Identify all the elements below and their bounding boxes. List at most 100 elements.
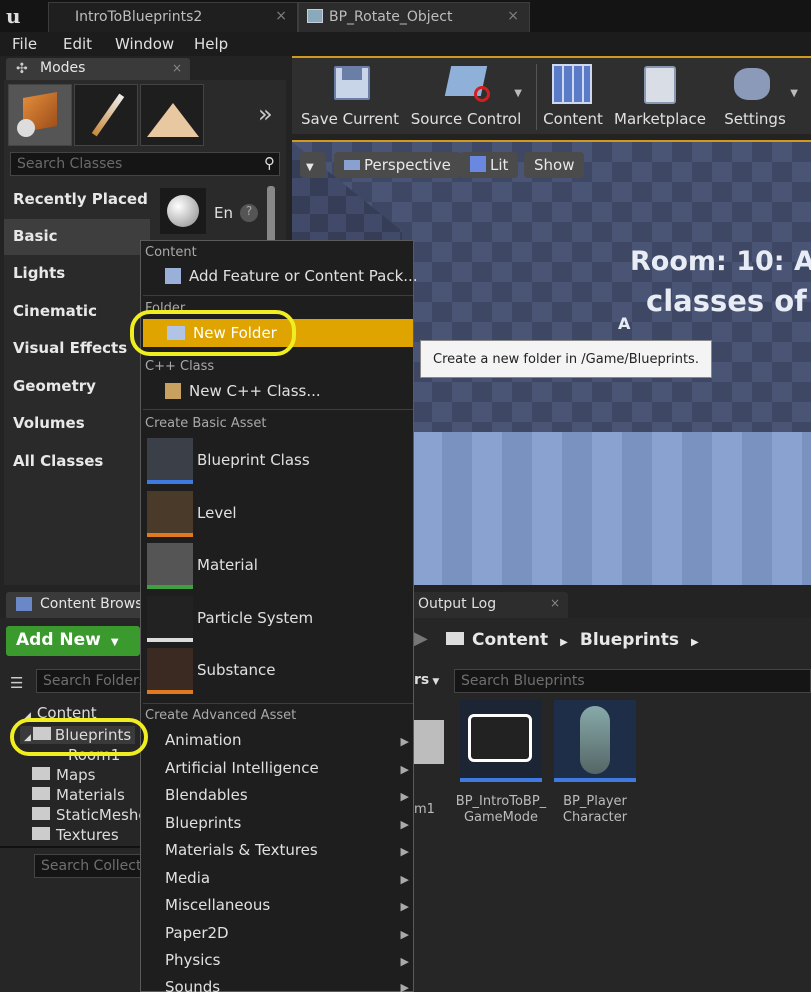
category-cinematic[interactable]: Cinematic	[4, 294, 150, 330]
category-lights[interactable]: Lights	[4, 256, 150, 292]
disabled-status-icon	[474, 86, 490, 102]
add-feature-menu-item[interactable]: Add Feature or Content Pack...	[165, 267, 418, 285]
blendables-menu-item[interactable]: Blendables	[165, 786, 248, 804]
close-tab-icon[interactable]: ×	[275, 8, 287, 24]
output-log-tab[interactable]: Output Log ×	[408, 592, 568, 618]
content-button[interactable]: Content	[540, 58, 606, 134]
folder-tile[interactable]	[414, 720, 444, 764]
folder-icon	[32, 827, 50, 840]
breadcrumb-blueprints[interactable]: Blueprints	[580, 630, 679, 650]
tree-item-maps[interactable]: Maps	[32, 766, 95, 784]
tree-label: Textures	[56, 826, 119, 842]
breadcrumb-content[interactable]: Content	[472, 630, 548, 650]
character-capsule-icon	[580, 706, 610, 774]
submenu-arrow-icon: ▶	[400, 928, 409, 941]
search-classes-placeholder: Search Classes	[17, 156, 123, 172]
content-browser-icon	[16, 597, 32, 611]
blueprint-class-menu-item[interactable]: Blueprint Class	[197, 451, 310, 469]
category-recently-placed[interactable]: Recently Placed	[4, 182, 150, 218]
search-collections-input[interactable]: Search Collections	[34, 854, 146, 878]
chevron-down-icon[interactable]: ▼	[790, 88, 798, 99]
search-collections-placeholder: Search Collections	[41, 858, 146, 874]
show-button[interactable]: Show	[524, 152, 585, 178]
close-tab-icon[interactable]: ×	[507, 8, 519, 24]
artificial-intelligence-menu-item[interactable]: Artificial Intelligence	[165, 759, 319, 777]
search-folders-input[interactable]: Search Folders	[36, 669, 146, 693]
lit-label: Lit	[490, 156, 509, 174]
modes-scrollbar[interactable]	[267, 186, 275, 246]
title-bar: u IntroToBlueprints2 × BP_Rotate_Object …	[0, 0, 811, 32]
marketplace-bag-icon	[644, 66, 676, 104]
filters-button[interactable]: rs ▼	[414, 672, 439, 688]
miscellaneous-menu-item[interactable]: Miscellaneous	[165, 896, 270, 914]
submenu-arrow-icon: ▶	[400, 981, 409, 992]
section-cpp: C++ Class	[145, 359, 215, 374]
menu-edit[interactable]: Edit	[63, 35, 92, 53]
settings-label: Settings	[724, 110, 786, 128]
category-volumes[interactable]: Volumes	[4, 406, 150, 442]
placeable-item-label: En	[214, 204, 233, 222]
animation-menu-item[interactable]: Animation	[165, 731, 241, 749]
perspective-icon	[344, 160, 360, 170]
content-browser-tab[interactable]: Content Browser	[6, 592, 146, 618]
modes-tab[interactable]: ✣ Modes ×	[6, 58, 190, 80]
physics-menu-item[interactable]: Physics	[165, 951, 220, 969]
help-icon[interactable]: ?	[240, 204, 258, 222]
tab-label: IntroToBlueprints2	[75, 9, 203, 25]
paint-mode-button[interactable]	[74, 84, 138, 146]
add-feature-label: Add Feature or Content Pack...	[189, 267, 418, 285]
asset-gamemode[interactable]	[460, 700, 542, 782]
landscape-mode-button[interactable]	[140, 84, 204, 146]
viewport-options-button[interactable]: ▼	[300, 152, 326, 178]
tree-item-materials[interactable]: Materials	[32, 786, 125, 804]
category-geometry[interactable]: Geometry	[4, 369, 150, 405]
category-visual-effects[interactable]: Visual Effects	[4, 331, 150, 367]
add-new-button[interactable]: Add New ▼	[6, 626, 140, 656]
place-mode-button[interactable]	[8, 84, 72, 146]
lit-button[interactable]: Lit	[460, 152, 519, 178]
asset-player-character[interactable]	[554, 700, 636, 782]
close-tab-icon[interactable]: ×	[550, 596, 560, 610]
search-icon: ⚲	[264, 154, 275, 172]
back-arrow-icon[interactable]: ▶	[414, 628, 428, 649]
particle-system-menu-item[interactable]: Particle System	[197, 609, 313, 627]
tree-label: Materials	[56, 786, 125, 804]
paper2d-menu-item[interactable]: Paper2D	[165, 924, 229, 942]
show-label: Show	[534, 156, 575, 174]
tree-item-textures[interactable]: Textures	[32, 826, 119, 842]
category-basic[interactable]: Basic	[4, 219, 150, 255]
tab-bp-rotate-object[interactable]: BP_Rotate_Object ×	[298, 2, 530, 32]
content-grid-icon	[552, 64, 592, 104]
add-new-label: Add New	[16, 630, 101, 650]
menu-window[interactable]: Window	[115, 35, 174, 53]
source-control-button[interactable]: Source Control ▼	[404, 58, 528, 134]
search-classes-input[interactable]: Search Classes ⚲	[10, 152, 280, 176]
marketplace-button[interactable]: Marketplace	[614, 58, 706, 134]
material-menu-item[interactable]: Material	[197, 556, 258, 574]
sources-toggle-icon[interactable]: ☰	[10, 674, 23, 692]
save-current-button[interactable]: Save Current	[298, 58, 402, 134]
unreal-logo-icon: u	[6, 4, 21, 28]
settings-button[interactable]: Settings ▼	[712, 58, 798, 134]
search-assets-input[interactable]: Search Blueprints	[454, 669, 811, 693]
substance-menu-item[interactable]: Substance	[197, 661, 275, 679]
output-log-title: Output Log	[418, 596, 497, 612]
breadcrumb-separator-icon: ▶	[691, 637, 699, 648]
new-cpp-class-menu-item[interactable]: New C++ Class...	[165, 382, 321, 400]
menu-file[interactable]: File	[12, 35, 37, 53]
sounds-menu-item[interactable]: Sounds	[165, 978, 220, 992]
expand-modes-icon[interactable]: »	[258, 100, 273, 128]
level-menu-item[interactable]: Level	[197, 504, 237, 522]
close-panel-icon[interactable]: ×	[172, 61, 182, 75]
category-all-classes[interactable]: All Classes	[4, 444, 150, 480]
blueprint-class-icon	[147, 438, 193, 484]
menu-help[interactable]: Help	[194, 35, 228, 53]
media-menu-item[interactable]: Media	[165, 869, 210, 887]
materials-textures-menu-item[interactable]: Materials & Textures	[165, 841, 318, 859]
perspective-button[interactable]: Perspective	[334, 152, 461, 178]
tree-item-static-meshes[interactable]: StaticMeshes	[32, 806, 155, 824]
tab-intro-to-blueprints[interactable]: IntroToBlueprints2 ×	[48, 2, 298, 32]
placeable-item[interactable]: En ?	[160, 188, 264, 236]
blueprints-menu-item[interactable]: Blueprints	[165, 814, 241, 832]
chevron-down-icon[interactable]: ▼	[514, 88, 522, 99]
